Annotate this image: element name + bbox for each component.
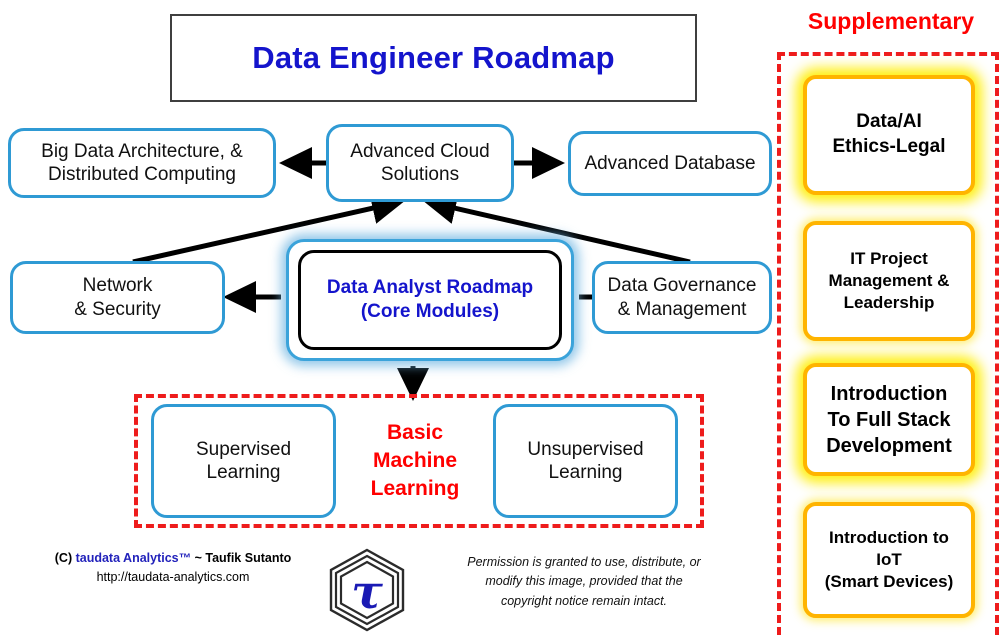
- supp-label-line: IT Project: [850, 248, 928, 268]
- copyright-suffix: ~ Taufik Sutanto: [191, 551, 292, 565]
- supp-label-line: To Full Stack: [827, 408, 951, 431]
- basic-ml-label-line: Basic: [386, 421, 444, 445]
- node-supervised-learning[interactable]: Supervised Learning: [151, 404, 336, 518]
- node-data-governance[interactable]: Data Governance & Management: [592, 261, 772, 334]
- supp-item-introduction-to-iot[interactable]: Introduction to IoT (Smart Devices): [803, 502, 975, 618]
- basic-machine-learning-label: Basic Machine Learning: [355, 405, 475, 517]
- node-label-line: & Security: [74, 298, 161, 320]
- supp-item-it-project-management[interactable]: IT Project Management & Leadership: [803, 221, 975, 341]
- permission-notice: Permission is granted to use, distribute…: [455, 553, 713, 611]
- supp-label-line: Development: [826, 434, 952, 457]
- node-label-line: Advanced Cloud: [350, 140, 490, 162]
- taudata-logo: τ: [322, 546, 412, 634]
- permission-line: modify this image, provided that the: [485, 574, 683, 589]
- core-label-line: Data Analyst Roadmap: [326, 277, 534, 299]
- tau-glyph: τ: [351, 565, 383, 620]
- hexagon-tau-icon: τ: [329, 548, 405, 632]
- supp-label-line: Ethics-Legal: [832, 136, 946, 157]
- roadmap-infographic: Data Engineer Roadmap Big Data Architect…: [0, 0, 1004, 639]
- node-label-line: Network: [82, 275, 153, 297]
- supp-item-full-stack-development[interactable]: Introduction To Full Stack Development: [803, 363, 975, 476]
- page-title: Data Engineer Roadmap: [252, 40, 615, 75]
- node-label-line: Unsupervised: [527, 438, 644, 460]
- node-label-line: Learning: [206, 462, 281, 483]
- node-label-line: Supervised: [195, 438, 292, 460]
- node-big-data-architecture[interactable]: Big Data Architecture, & Distributed Com…: [8, 128, 276, 198]
- supp-label-line: Management &: [828, 270, 950, 290]
- node-unsupervised-learning[interactable]: Unsupervised Learning: [493, 404, 678, 518]
- copyright-line: (C) taudata Analytics™ ~ Taufik Sutanto: [28, 549, 318, 568]
- permission-line: Permission is granted to use, distribute…: [467, 555, 701, 569]
- node-label-line: Big Data Architecture, &: [41, 140, 243, 162]
- brand-name: taudata Analytics™: [75, 551, 192, 565]
- supp-label-line: IoT: [876, 549, 902, 569]
- node-network-security[interactable]: Network & Security: [10, 261, 225, 334]
- basic-ml-label-line: Machine: [372, 449, 458, 473]
- node-advanced-database[interactable]: Advanced Database: [568, 131, 772, 196]
- node-label-line: Advanced Database: [584, 152, 756, 174]
- node-advanced-cloud-solutions[interactable]: Advanced Cloud Solutions: [326, 124, 514, 202]
- basic-ml-label-line: Learning: [370, 476, 460, 500]
- supp-label-line: Leadership: [843, 293, 935, 313]
- node-label-line: Distributed Computing: [48, 164, 236, 185]
- core-label-line: (Core Modules): [360, 301, 500, 322]
- website-url[interactable]: http://taudata-analytics.com: [28, 568, 318, 587]
- node-data-analyst-roadmap[interactable]: Data Analyst Roadmap (Core Modules): [298, 250, 562, 350]
- supp-label-line: Introduction: [830, 382, 948, 405]
- supp-label-line: Data/AI: [856, 111, 922, 133]
- node-label-line: Solutions: [380, 164, 460, 185]
- permission-line: copyright notice remain intact.: [500, 593, 668, 608]
- copyright-credit: (C) taudata Analytics™ ~ Taufik Sutanto …: [28, 549, 318, 587]
- page-title-box: Data Engineer Roadmap: [170, 14, 697, 102]
- node-label-line: & Management: [617, 298, 747, 320]
- supplementary-heading: Supplementary: [807, 8, 975, 34]
- node-label-line: Data Governance: [607, 275, 757, 297]
- supp-label-line: (Smart Devices): [824, 572, 954, 592]
- supp-item-data-ai-ethics-legal[interactable]: Data/AI Ethics-Legal: [803, 75, 975, 195]
- node-label-line: Learning: [548, 462, 623, 483]
- supp-label-line: Introduction to: [829, 527, 949, 547]
- copyright-prefix: (C): [54, 551, 76, 565]
